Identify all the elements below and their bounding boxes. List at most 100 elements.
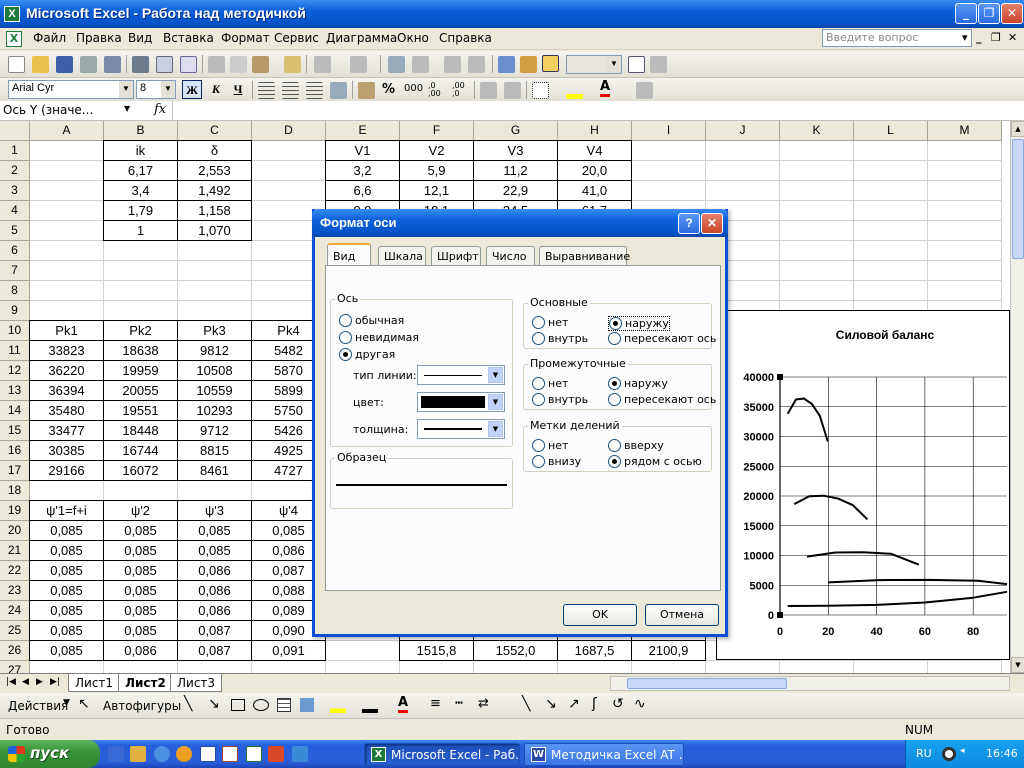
- minimize-button[interactable]: _: [955, 3, 977, 24]
- menu-tools[interactable]: Сервис: [274, 31, 319, 45]
- minor-cross-radio[interactable]: пересекают ось: [608, 393, 716, 406]
- drawing-icon[interactable]: [520, 56, 537, 73]
- grid-cell[interactable]: [30, 241, 104, 261]
- grid-cell[interactable]: [780, 141, 854, 161]
- row-header[interactable]: 21: [0, 541, 30, 561]
- copy-icon[interactable]: [230, 56, 247, 73]
- select-objects-icon[interactable]: ↖: [78, 696, 90, 712]
- row-header[interactable]: 4: [0, 201, 30, 221]
- tab-font[interactable]: Шрифт: [431, 246, 481, 266]
- row-header[interactable]: 13: [0, 381, 30, 401]
- cell[interactable]: 0,085: [29, 580, 104, 601]
- cell[interactable]: Pk2: [103, 320, 178, 341]
- cell[interactable]: 2100,9: [631, 640, 706, 661]
- cell[interactable]: 0,086: [177, 560, 252, 581]
- major-none-radio[interactable]: нет: [532, 316, 568, 329]
- menu-insert[interactable]: Вставка: [163, 31, 214, 45]
- grid-cell[interactable]: [632, 181, 706, 201]
- column-header[interactable]: F: [400, 121, 474, 141]
- tray-media-icon[interactable]: [942, 747, 956, 761]
- close-button[interactable]: ✕: [1001, 3, 1023, 24]
- grid-cell[interactable]: [632, 141, 706, 161]
- cell[interactable]: 30385: [29, 440, 104, 461]
- grid-cell[interactable]: [854, 161, 928, 181]
- row-header[interactable]: 26: [0, 641, 30, 661]
- grid-cell[interactable]: [854, 221, 928, 241]
- menu-help[interactable]: Справка: [439, 31, 492, 45]
- name-box[interactable]: Ось Y (значе...: [0, 101, 110, 120]
- sheet-tab-2[interactable]: Лист2: [118, 674, 173, 692]
- grid-cell[interactable]: [632, 161, 706, 181]
- grid-cell[interactable]: [632, 661, 706, 673]
- column-header[interactable]: E: [326, 121, 400, 141]
- font-size-combo[interactable]: 8 ▼: [136, 80, 176, 99]
- print-preview-icon[interactable]: [156, 56, 173, 73]
- cell[interactable]: 1,158: [177, 200, 252, 221]
- arrow-style-icon[interactable]: ⇄: [478, 696, 489, 711]
- first-sheet-icon[interactable]: |◀: [6, 677, 16, 687]
- cell[interactable]: 12,1: [399, 180, 474, 201]
- quicklaunch-word-icon[interactable]: [200, 746, 216, 762]
- cell[interactable]: 0,085: [29, 600, 104, 621]
- curve-icon[interactable]: ↺: [612, 696, 624, 712]
- grid-cell[interactable]: [854, 201, 928, 221]
- quicklaunch-powerpoint-icon[interactable]: [268, 746, 284, 762]
- tab-scale[interactable]: Шкала: [378, 246, 426, 266]
- autosum-icon[interactable]: [412, 56, 429, 73]
- grid-cell[interactable]: [30, 261, 104, 281]
- grid-cell[interactable]: [928, 161, 1002, 181]
- grid-cell[interactable]: [854, 141, 928, 161]
- decrease-decimal-icon[interactable]: ,00,0: [452, 82, 465, 98]
- menu-window[interactable]: Окно: [397, 31, 429, 45]
- cell[interactable]: 20,0: [557, 160, 632, 181]
- grid-cell[interactable]: [780, 201, 854, 221]
- grid-cell[interactable]: [780, 241, 854, 261]
- color-combo[interactable]: ▼: [417, 392, 505, 412]
- grid-cell[interactable]: [326, 641, 400, 661]
- column-header[interactable]: L: [854, 121, 928, 141]
- major-outside-radio[interactable]: наружу: [608, 316, 670, 331]
- cell[interactable]: 8461: [177, 460, 252, 481]
- row-header[interactable]: 1: [0, 141, 30, 161]
- axis-normal-radio[interactable]: обычная: [339, 314, 404, 327]
- cell[interactable]: 0,085: [29, 640, 104, 661]
- prev-sheet-icon[interactable]: ◀: [22, 677, 29, 687]
- cell[interactable]: 0,091: [251, 640, 326, 661]
- cell[interactable]: 0,085: [177, 540, 252, 561]
- cell[interactable]: 0,086: [177, 600, 252, 621]
- cell[interactable]: 5,9: [399, 160, 474, 181]
- paste-icon[interactable]: [252, 56, 269, 73]
- grid-cell[interactable]: [178, 261, 252, 281]
- grid-cell[interactable]: [30, 281, 104, 301]
- rectangle-icon[interactable]: [231, 699, 245, 711]
- grid-cell[interactable]: [30, 181, 104, 201]
- column-header[interactable]: M: [928, 121, 1002, 141]
- grid-cell[interactable]: [178, 481, 252, 501]
- cell[interactable]: 1,492: [177, 180, 252, 201]
- select-all-corner[interactable]: [0, 121, 30, 141]
- cell[interactable]: 0,085: [177, 520, 252, 541]
- cell[interactable]: 16744: [103, 440, 178, 461]
- grid-cell[interactable]: [780, 281, 854, 301]
- grid-cell[interactable]: [30, 201, 104, 221]
- column-header[interactable]: J: [706, 121, 780, 141]
- cell[interactable]: 36220: [29, 360, 104, 381]
- row-header[interactable]: 6: [0, 241, 30, 261]
- scribble-icon[interactable]: ∿: [634, 696, 646, 712]
- grid-cell[interactable]: [104, 301, 178, 321]
- quicklaunch-excel-icon[interactable]: [246, 746, 262, 762]
- cell[interactable]: 6,6: [325, 180, 400, 201]
- grid-cell[interactable]: [928, 181, 1002, 201]
- align-center-icon[interactable]: [282, 82, 299, 99]
- cell[interactable]: 9812: [177, 340, 252, 361]
- options-icon[interactable]: [650, 56, 667, 73]
- draw-font-color-icon[interactable]: A: [398, 696, 409, 713]
- spelling-icon[interactable]: [180, 56, 197, 73]
- grid-cell[interactable]: [30, 661, 104, 673]
- new-icon[interactable]: [8, 56, 25, 73]
- grid-cell[interactable]: [252, 161, 326, 181]
- line-icon[interactable]: ╲: [184, 696, 192, 712]
- weight-combo[interactable]: ▼: [417, 419, 505, 439]
- cell[interactable]: 1515,8: [399, 640, 474, 661]
- row-header[interactable]: 2: [0, 161, 30, 181]
